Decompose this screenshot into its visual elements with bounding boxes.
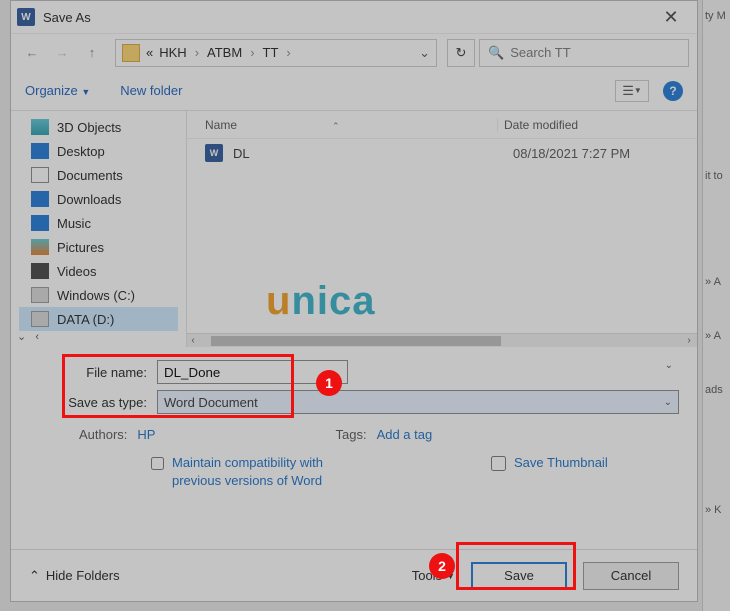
word-app-icon: W [17, 8, 35, 26]
desktop-icon [31, 143, 49, 159]
annotation-badge-2: 2 [429, 553, 455, 579]
compat-checkbox-input[interactable] [151, 456, 164, 471]
pictures-icon [31, 239, 49, 255]
refresh-button[interactable]: ↻ [447, 39, 475, 67]
chevron-down-icon: ▼ [81, 87, 90, 97]
close-button[interactable]: ✕ [651, 7, 691, 28]
nav-row: ← → ↑ « HKH › ATBM › TT › ⌄ ↻ 🔍 Search T… [11, 33, 697, 71]
filename-label: File name: [29, 365, 157, 380]
chevron-down-icon[interactable]: ⌄ [665, 360, 673, 371]
folder-tree: 3D Objects Desktop Documents Downloads M… [11, 111, 187, 347]
scrollbar-thumb[interactable] [211, 336, 501, 346]
new-folder-button[interactable]: New folder [120, 83, 182, 98]
3d-objects-icon [31, 119, 49, 135]
save-as-dialog: W Save As ✕ ← → ↑ « HKH › ATBM › TT › ⌄ … [10, 0, 698, 602]
thumbnail-checkbox[interactable]: Save Thumbnail [491, 454, 608, 490]
downloads-icon [31, 191, 49, 207]
view-options-button[interactable]: ☰ ▼ [615, 80, 649, 102]
column-name[interactable]: Name⌃ [187, 118, 497, 132]
tags-label: Tags: [335, 427, 366, 442]
hide-folders-toggle[interactable]: ⌃ Hide Folders [29, 568, 120, 584]
chevron-right-icon: › [284, 45, 292, 60]
sort-indicator-icon: ⌃ [332, 121, 340, 132]
column-date[interactable]: Date modified [497, 118, 697, 132]
tree-item-videos[interactable]: Videos [31, 259, 178, 283]
search-placeholder: Search TT [510, 45, 570, 60]
authors-label: Authors: [79, 427, 127, 442]
chevron-right-icon: › [193, 45, 201, 60]
save-button[interactable]: Save [471, 562, 567, 590]
crumb-hkh[interactable]: HKH [159, 45, 186, 60]
music-icon [31, 215, 49, 231]
tags-value[interactable]: Add a tag [377, 427, 433, 442]
scroll-right-icon[interactable]: › [683, 335, 695, 346]
chevron-up-icon: ⌃ [29, 568, 40, 584]
search-icon: 🔍 [488, 45, 504, 61]
toolbar: Organize ▼ New folder ☰ ▼ ? [11, 71, 697, 111]
search-input[interactable]: 🔍 Search TT [479, 39, 689, 67]
background-page: ty M it to » A » A ads » K [702, 0, 730, 611]
organize-menu[interactable]: Organize ▼ [25, 83, 90, 98]
annotation-badge-1: 1 [316, 370, 342, 396]
tree-item-desktop[interactable]: Desktop [31, 139, 178, 163]
thumbnail-checkbox-input[interactable] [491, 456, 506, 471]
drive-icon [31, 287, 49, 303]
cancel-button[interactable]: Cancel [583, 562, 679, 590]
folder-icon [122, 44, 140, 62]
tree-item-downloads[interactable]: Downloads [31, 187, 178, 211]
chevron-down-icon[interactable]: ⌄ [419, 45, 430, 61]
forward-button[interactable]: → [49, 40, 75, 66]
dialog-footer: ⌃ Hide Folders Tools ▼ Save Cancel [11, 549, 697, 601]
column-headers: Name⌃ Date modified [187, 111, 697, 139]
drive-icon [31, 311, 49, 327]
compat-checkbox[interactable]: Maintain compatibility with previous ver… [151, 454, 341, 490]
savetype-label: Save as type: [29, 395, 157, 410]
horizontal-scrollbar[interactable]: ‹ › [187, 333, 697, 347]
tree-expand-toggle[interactable]: ⌄ ‹ [17, 330, 39, 343]
crumb-atbm[interactable]: ATBM [207, 45, 242, 60]
word-doc-icon: W [205, 144, 223, 162]
authors-value[interactable]: HP [137, 427, 155, 442]
tree-item-documents[interactable]: Documents [31, 163, 178, 187]
savetype-select[interactable]: Word Document ⌄ [157, 390, 679, 414]
up-button[interactable]: ↑ [79, 40, 105, 66]
chevron-right-icon: › [248, 45, 256, 60]
tree-item-drive-d[interactable]: DATA (D:) [19, 307, 178, 331]
chevron-down-icon: ⌄ [664, 397, 672, 408]
tree-item-3d-objects[interactable]: 3D Objects [31, 115, 178, 139]
file-name: DL [233, 146, 513, 161]
documents-icon [31, 167, 49, 183]
scroll-left-icon[interactable]: ‹ [187, 335, 199, 346]
options-row: Maintain compatibility with previous ver… [11, 446, 697, 494]
metadata-row: Authors: HP Tags: Add a tag [11, 421, 697, 446]
save-form: File name: ⌄ Save as type: Word Document… [11, 347, 697, 421]
crumb-tt[interactable]: TT [263, 45, 279, 60]
tree-item-pictures[interactable]: Pictures [31, 235, 178, 259]
help-button[interactable]: ? [663, 81, 683, 101]
back-button[interactable]: ← [19, 40, 45, 66]
file-row[interactable]: W DL 08/18/2021 7:27 PM [187, 139, 697, 167]
titlebar: W Save As ✕ [11, 1, 697, 33]
dialog-title: Save As [43, 10, 651, 25]
videos-icon [31, 263, 49, 279]
tree-item-drive-c[interactable]: Windows (C:) [31, 283, 178, 307]
file-list: Name⌃ Date modified W DL 08/18/2021 7:27… [187, 111, 697, 347]
file-date: 08/18/2021 7:27 PM [513, 146, 630, 161]
tree-item-music[interactable]: Music [31, 211, 178, 235]
breadcrumb-bar[interactable]: « HKH › ATBM › TT › ⌄ [115, 39, 437, 67]
